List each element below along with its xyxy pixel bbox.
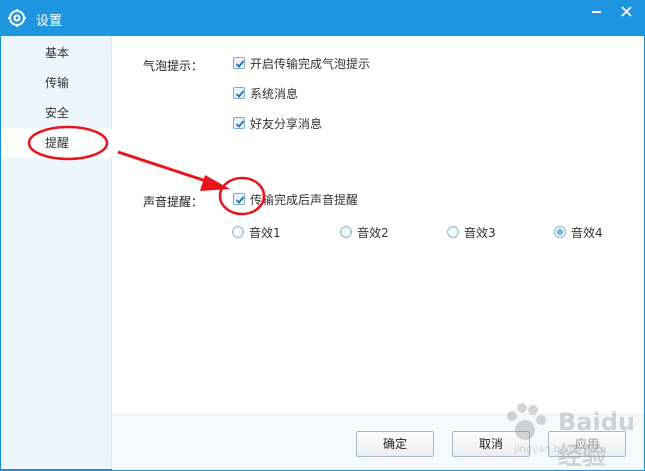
radio-button[interactable] bbox=[232, 226, 244, 238]
sound-effect-3[interactable]: 音效3 bbox=[447, 224, 496, 240]
cancel-button[interactable]: 取消 bbox=[452, 431, 530, 457]
radio-button[interactable] bbox=[340, 226, 352, 238]
sidebar-nav: 基本 传输 安全 提醒 bbox=[1, 36, 112, 469]
sound-option-transfer-complete[interactable]: 传输完成后声音提醒 bbox=[233, 191, 358, 207]
sidebar-item-security[interactable]: 安全 bbox=[1, 98, 111, 128]
bubble-option-system[interactable]: 系统消息 bbox=[233, 85, 298, 101]
sidebar-item-reminder[interactable]: 提醒 bbox=[1, 128, 112, 158]
checkbox[interactable] bbox=[233, 193, 245, 205]
sidebar-item-transfer[interactable]: 传输 bbox=[1, 68, 111, 98]
settings-panel: 气泡提示： 开启传输完成气泡提示 系统消息 好友分享消息 声音提醒： 传输完成后… bbox=[112, 36, 644, 470]
sound-effect-4[interactable]: 音效4 bbox=[554, 224, 603, 240]
sound-effect-1[interactable]: 音效1 bbox=[232, 224, 281, 240]
sidebar-item-label: 传输 bbox=[45, 76, 70, 90]
checkbox-label: 开启传输完成气泡提示 bbox=[250, 56, 371, 71]
window-content: 基本 传输 安全 提醒 气泡提示： 开启传输完成气泡提示 系统消息 好友分享消息… bbox=[1, 36, 644, 470]
sound-effect-2[interactable]: 音效2 bbox=[340, 224, 389, 240]
radio-label: 音效4 bbox=[571, 225, 603, 240]
sidebar-item-label: 安全 bbox=[45, 106, 70, 120]
bubble-option-friend-share[interactable]: 好友分享消息 bbox=[233, 115, 322, 131]
checkbox-label: 好友分享消息 bbox=[250, 116, 323, 131]
minimize-button[interactable] bbox=[582, 0, 612, 24]
sidebar-item-label: 提醒 bbox=[45, 136, 70, 150]
checkbox[interactable] bbox=[233, 117, 245, 129]
sound-section-label: 声音提醒： bbox=[143, 195, 204, 209]
title-bar: 设置 bbox=[0, 0, 645, 36]
apply-button[interactable]: 应用 bbox=[548, 431, 626, 457]
ok-button[interactable]: 确定 bbox=[356, 431, 434, 457]
close-button[interactable] bbox=[612, 0, 642, 24]
radio-label: 音效2 bbox=[357, 225, 389, 240]
checkbox[interactable] bbox=[233, 57, 245, 69]
radio-button[interactable] bbox=[447, 226, 459, 238]
checkbox-label: 传输完成后声音提醒 bbox=[250, 192, 359, 207]
bubble-option-transfer[interactable]: 开启传输完成气泡提示 bbox=[233, 55, 370, 71]
window-title: 设置 bbox=[36, 14, 63, 29]
checkbox-label: 系统消息 bbox=[250, 86, 299, 101]
settings-gear-icon bbox=[8, 9, 26, 27]
sidebar-item-basic[interactable]: 基本 bbox=[1, 38, 111, 68]
dialog-footer: 确定 取消 应用 bbox=[112, 414, 644, 470]
radio-label: 音效3 bbox=[464, 225, 496, 240]
radio-label: 音效1 bbox=[249, 225, 281, 240]
checkbox[interactable] bbox=[233, 87, 245, 99]
radio-button[interactable] bbox=[554, 226, 566, 238]
bubble-section-label: 气泡提示： bbox=[143, 59, 204, 73]
sidebar-item-label: 基本 bbox=[45, 46, 70, 60]
